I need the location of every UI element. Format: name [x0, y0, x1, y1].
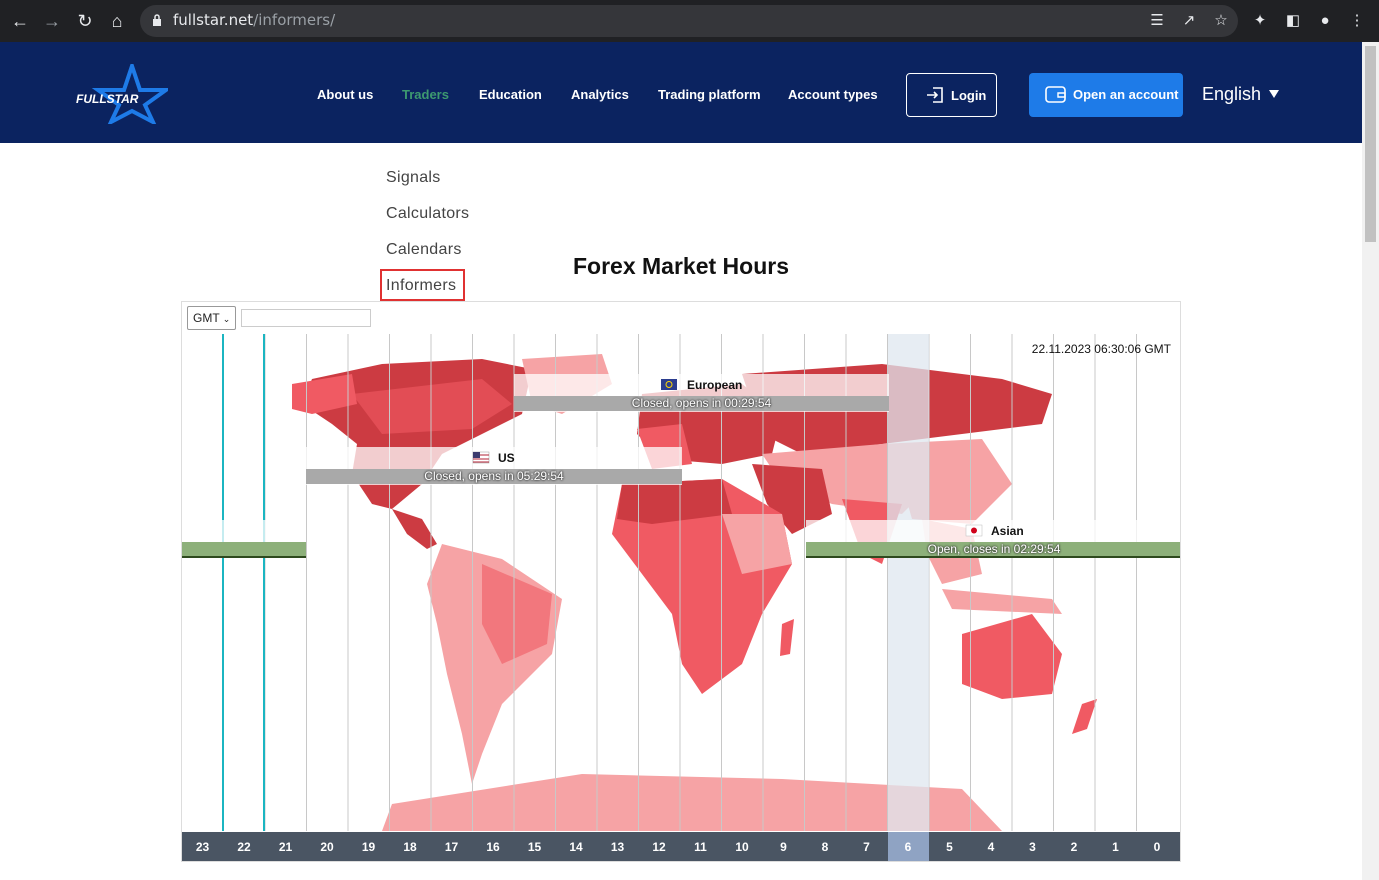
- language-selector[interactable]: English: [1202, 84, 1261, 105]
- nav-account-types[interactable]: Account types: [788, 87, 878, 102]
- hour-label: 16: [486, 840, 500, 854]
- hour-label: 8: [821, 840, 829, 854]
- login-icon: [927, 87, 943, 103]
- timezone-value: GMT: [193, 311, 220, 325]
- hour-label: 20: [320, 840, 334, 854]
- hour-label: 13: [610, 840, 625, 854]
- hour-label: 23: [195, 840, 210, 854]
- extensions-icon[interactable]: ✦: [1250, 11, 1270, 31]
- profile-icon[interactable]: ●: [1315, 11, 1335, 31]
- forward-icon[interactable]: →: [40, 9, 64, 33]
- menu-kebab-icon[interactable]: ⋮: [1347, 11, 1367, 31]
- us-session-title: US: [498, 451, 515, 465]
- hour-label: 15: [527, 840, 542, 854]
- hours-axis: 23 22 21 20 19 18 17 16 15 14 13 12 11 1…: [182, 832, 1180, 861]
- url-text: fullstar.net/informers/: [173, 11, 335, 29]
- login-label: Login: [951, 88, 987, 103]
- reload-icon[interactable]: ↻: [73, 9, 97, 33]
- hour-label-current: 6: [887, 832, 929, 861]
- browser-toolbar: ← → ↻ ⌂ fullstar.net/informers/ ☰ ↗ ☆ ✦ …: [0, 0, 1379, 42]
- submenu-item-signals[interactable]: Signals: [386, 169, 441, 187]
- submenu-item-calculators[interactable]: Calculators: [386, 205, 469, 223]
- side-panel-icon[interactable]: ◧: [1283, 11, 1303, 31]
- chevron-down-icon: ⌄: [222, 314, 231, 324]
- wallet-icon: [1045, 86, 1066, 103]
- hour-label: 9: [780, 840, 787, 854]
- hour-label: 14: [569, 840, 583, 854]
- scrollbar-thumb[interactable]: [1365, 46, 1376, 242]
- hour-label: 1: [1112, 840, 1119, 854]
- timezone-search-input[interactable]: [241, 309, 371, 327]
- page-scrollbar[interactable]: [1362, 42, 1379, 880]
- hour-label: 12: [652, 840, 666, 854]
- hour-label: 21: [278, 840, 293, 854]
- share-icon[interactable]: ↗: [1179, 11, 1199, 31]
- hour-label: 18: [403, 840, 417, 854]
- nav-analytics[interactable]: Analytics: [571, 87, 629, 102]
- open-account-button[interactable]: Open an account: [1029, 73, 1183, 117]
- hour-label: 22: [237, 840, 251, 854]
- map-indonesia: [942, 589, 1062, 614]
- translate-icon[interactable]: ☰: [1147, 11, 1167, 31]
- hour-label: 17: [444, 840, 459, 854]
- home-icon[interactable]: ⌂: [105, 9, 129, 33]
- url-path: /informers/: [253, 11, 336, 29]
- world-map: European Closed, opens in 00:29:54 US Cl…: [182, 334, 1180, 831]
- hour-label: 3: [1029, 840, 1036, 854]
- hour-label: 2: [1070, 840, 1078, 854]
- hour-label: 0: [1153, 840, 1161, 854]
- nav-trading-platform[interactable]: Trading platform: [658, 87, 761, 102]
- bookmark-star-icon[interactable]: ☆: [1211, 11, 1231, 31]
- fullstar-logo[interactable]: FULLSTAR: [72, 59, 173, 127]
- lock-icon: [153, 14, 161, 26]
- logo-text: FULLSTAR: [76, 92, 139, 106]
- caret-down-icon[interactable]: [1269, 90, 1279, 98]
- map-madagascar: [780, 619, 794, 656]
- hour-label: 4: [987, 840, 995, 854]
- japan-flag-icon: [965, 524, 983, 537]
- us-session-status: Closed, opens in 05:29:54: [424, 469, 564, 483]
- nav-education[interactable]: Education: [479, 87, 542, 102]
- hour-label: 5: [946, 840, 953, 854]
- current-datetime: 22.11.2023 06:30:06 GMT: [1031, 342, 1171, 356]
- hour-label: 19: [361, 840, 376, 854]
- map-new-zealand: [1072, 699, 1097, 734]
- hour-label: 11: [694, 840, 707, 854]
- hour-label: 10: [735, 840, 749, 854]
- forex-hours-widget: European Closed, opens in 00:29:54 US Cl…: [181, 301, 1181, 862]
- asian-session-status: Open, closes in 02:29:54: [927, 542, 1061, 556]
- eu-flag-icon: [661, 379, 677, 390]
- site-header: FULLSTAR About us Traders Education Anal…: [0, 42, 1362, 143]
- open-account-label: Open an account: [1073, 87, 1179, 102]
- nav-traders[interactable]: Traders: [402, 87, 449, 102]
- european-session-title: European: [687, 378, 743, 392]
- back-icon[interactable]: ←: [8, 9, 32, 33]
- url-host: fullstar.net: [173, 11, 254, 29]
- login-button[interactable]: Login: [906, 73, 997, 117]
- map-central-america: [392, 509, 437, 549]
- european-session-status: Closed, opens in 00:29:54: [631, 396, 772, 410]
- current-hour-column: [888, 334, 929, 831]
- hour-label: 7: [863, 840, 870, 854]
- asian-status-bar-left: [182, 542, 306, 557]
- asian-session-title: Asian: [991, 524, 1024, 538]
- nav-about-us[interactable]: About us: [317, 87, 373, 102]
- timezone-select[interactable]: GMT ⌄: [187, 306, 236, 330]
- page-title: Forex Market Hours: [572, 253, 789, 279]
- us-flag-icon: [472, 451, 490, 464]
